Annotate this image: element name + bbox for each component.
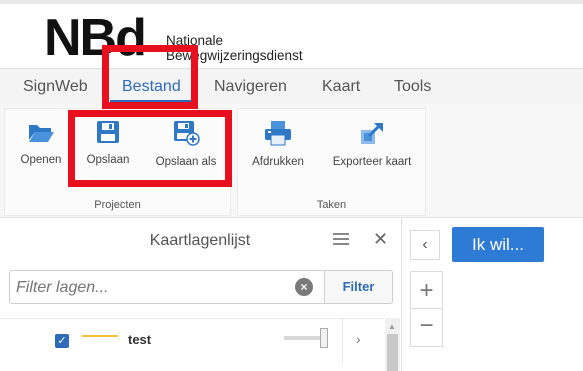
menu-icon[interactable] <box>333 233 349 247</box>
ribbon: Openen Opslaan Opslaan als Afdrukken Exp… <box>0 104 583 218</box>
filter-input[interactable] <box>16 279 286 297</box>
layer-style-swatch <box>82 335 118 337</box>
organization-line-1: Nationale <box>166 33 224 48</box>
header: NBd Nationale Bewegwijzeringsdienst <box>0 0 583 68</box>
menu-item-navigeren[interactable]: Navigeren <box>214 78 287 96</box>
save-as-icon <box>174 121 200 146</box>
scroll-up-icon[interactable]: ▲ <box>388 322 396 331</box>
chevron-left-icon: ‹ <box>422 236 428 253</box>
save-label: Opslaan <box>86 154 130 166</box>
close-icon[interactable]: ✕ <box>373 229 388 250</box>
clear-filter-icon[interactable]: × <box>295 278 313 296</box>
zoom-in-button[interactable]: + <box>411 272 442 309</box>
menu-item-bestand[interactable]: Bestand <box>122 78 181 96</box>
save-as-button[interactable]: Opslaan als <box>148 120 224 168</box>
opacity-slider-thumb[interactable] <box>320 328 328 348</box>
group-label-taken: Taken <box>316 199 347 211</box>
printer-icon <box>265 121 291 146</box>
print-button[interactable]: Afdrukken <box>246 120 310 168</box>
chevron-right-icon[interactable]: › <box>356 331 361 347</box>
group-label-projecten: Projecten <box>94 199 141 211</box>
map-area[interactable]: ‹ Ik wil... + − <box>403 218 583 371</box>
layer-name: test <box>128 332 152 347</box>
filter-button[interactable]: Filter <box>325 270 393 304</box>
export-map-label: Exporteer kaart <box>332 156 412 168</box>
ik-wil-button[interactable]: Ik wil... <box>452 227 544 262</box>
save-icon <box>97 121 119 143</box>
scrollbar-thumb[interactable] <box>387 334 398 371</box>
menu-item-kaart[interactable]: Kaart <box>322 78 360 96</box>
scrollbar[interactable]: ▲ <box>385 318 400 371</box>
save-button[interactable]: Opslaan <box>80 120 136 166</box>
menu-bar: SignWeb Bestand Navigeren Kaart Tools <box>0 68 583 104</box>
filter-field: × <box>9 270 325 304</box>
export-map-button[interactable]: Exporteer kaart <box>326 120 418 168</box>
logo: NBd <box>44 9 147 67</box>
app-window: NBd Nationale Bewegwijzeringsdienst Sign… <box>0 0 583 371</box>
layer-row: ✓ test › <box>0 318 383 363</box>
zoom-control: + − <box>410 271 443 347</box>
menu-item-signweb[interactable]: SignWeb <box>23 78 88 96</box>
menu-item-tools[interactable]: Tools <box>394 78 431 96</box>
layer-visibility-checkbox[interactable]: ✓ <box>55 334 69 348</box>
save-as-label: Opslaan als <box>155 156 217 168</box>
layer-opacity-slider[interactable] <box>284 328 330 348</box>
print-label: Afdrukken <box>252 156 304 168</box>
export-map-icon <box>361 122 383 144</box>
folder-open-icon <box>29 125 54 142</box>
open-button[interactable]: Openen <box>14 120 68 166</box>
layer-list-panel: Kaartlagenlijst ✕ × Filter ✓ test › ▲ <box>0 218 402 371</box>
organization-line-2: Bewegwijzeringsdienst <box>166 48 303 63</box>
collapse-panel-button[interactable]: ‹ <box>410 230 440 260</box>
zoom-out-button[interactable]: − <box>411 309 442 346</box>
organization-name: Nationale Bewegwijzeringsdienst <box>166 33 303 63</box>
open-label: Openen <box>20 154 62 166</box>
